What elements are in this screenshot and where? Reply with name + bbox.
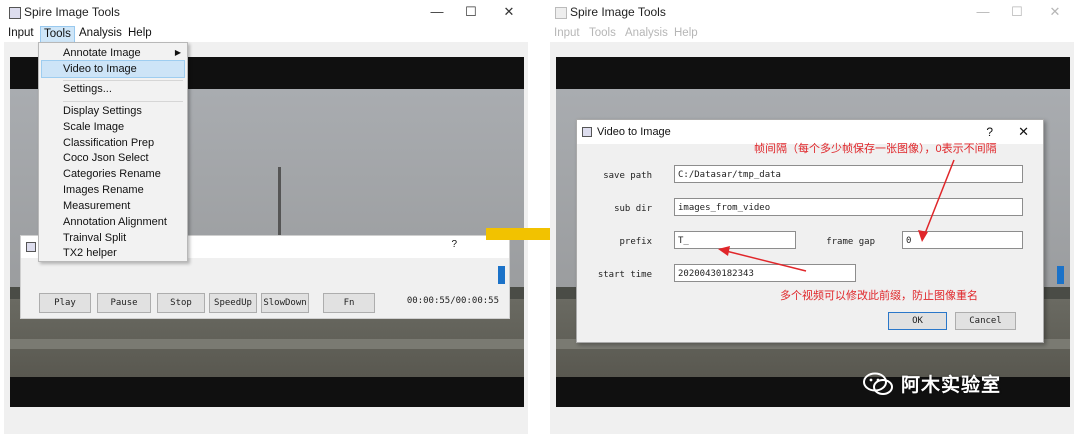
menu-separator xyxy=(63,101,183,102)
menu-item-display-settings[interactable]: Display Settings xyxy=(39,103,187,119)
annotation-arrow-prefix xyxy=(725,250,807,272)
watermark: 阿木实验室 xyxy=(863,370,1001,397)
menu-input[interactable]: Input xyxy=(5,26,37,41)
menubar: Input Tools Analysis Help xyxy=(4,24,528,43)
slowdown-button[interactable]: SlowDown xyxy=(261,293,309,313)
menu-help[interactable]: Help xyxy=(125,26,155,41)
minimize-icon[interactable]: — xyxy=(422,3,452,21)
window-title: Spire Image Tools xyxy=(24,5,120,19)
right-app-window: Spire Image Tools — ☐ ✕ Input Tools Anal… xyxy=(550,0,1074,434)
scroll-handle[interactable] xyxy=(498,266,505,284)
pause-button[interactable]: Pause xyxy=(97,293,151,313)
annotation-arrows xyxy=(718,159,955,272)
menu-item-annotate-image[interactable]: Annotate Image ▶ xyxy=(39,45,187,61)
submenu-arrow-icon: ▶ xyxy=(174,48,181,57)
stop-button[interactable]: Stop xyxy=(157,293,205,313)
fn-button[interactable]: Fn xyxy=(323,293,375,313)
speedup-button[interactable]: SpeedUp xyxy=(209,293,257,313)
play-button[interactable]: Play xyxy=(39,293,91,313)
menu-analysis[interactable]: Analysis xyxy=(76,26,125,41)
maximize-icon[interactable]: ☐ xyxy=(456,3,486,21)
progress-bar[interactable] xyxy=(21,258,509,286)
menu-item-scale-image[interactable]: Scale Image xyxy=(39,119,187,135)
menu-item-categories-rename[interactable]: Categories Rename xyxy=(39,166,187,182)
menu-item-measurement[interactable]: Measurement xyxy=(39,198,187,214)
app-icon xyxy=(9,7,21,19)
watermark-text: 阿木实验室 xyxy=(901,375,1002,396)
menu-item-classification-prep[interactable]: Classification Prep xyxy=(39,135,187,151)
menu-item-tx2-helper[interactable]: TX2 helper xyxy=(39,245,187,261)
tools-dropdown-menu: Annotate Image ▶ Video to Image Settings.… xyxy=(38,42,188,262)
close-icon[interactable]: ✕ xyxy=(494,3,524,21)
annotation-arrow-frame-gap xyxy=(923,159,955,237)
menu-item-trainval-split[interactable]: Trainval Split xyxy=(39,230,187,246)
menu-item-settings[interactable]: Settings... xyxy=(39,81,187,97)
menu-item-images-rename[interactable]: Images Rename xyxy=(39,182,187,198)
wechat-icon xyxy=(863,372,893,395)
time-display: 00:00:55/00:00:55 xyxy=(406,296,499,306)
left-app-window: Spire Image Tools — ☐ ✕ Input Tools Anal… xyxy=(4,0,528,434)
menu-tools[interactable]: Tools xyxy=(40,26,75,43)
menu-item-video-to-image[interactable]: Video to Image xyxy=(41,60,185,78)
menu-item-annotation-alignment[interactable]: Annotation Alignment xyxy=(39,214,187,230)
menu-item-coco-json-select[interactable]: Coco Json Select xyxy=(39,150,187,166)
titlebar: Spire Image Tools — ☐ ✕ xyxy=(4,0,528,24)
